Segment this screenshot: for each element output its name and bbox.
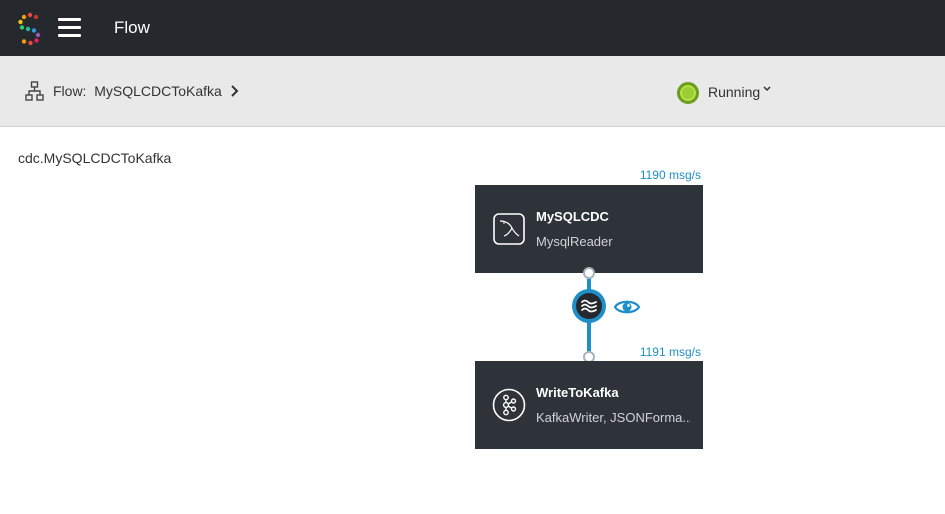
chevron-right-icon[interactable] [229, 84, 239, 98]
chevron-down-icon[interactable] [762, 84, 772, 94]
breadcrumb[interactable]: Flow: MySQLCDCToKafka [53, 83, 222, 99]
node-title: MySQLCDC [536, 209, 609, 224]
node-title: WriteToKafka [536, 385, 619, 400]
flow-node-target[interactable]: WriteToKafka KafkaWriter, JSONForma... [475, 361, 703, 449]
kafka-icon [492, 388, 526, 422]
page-title: Flow [114, 18, 150, 37]
application-name: cdc.MySQLCDCToKafka [18, 150, 172, 166]
status-dropdown[interactable]: Running [708, 84, 760, 100]
eye-icon[interactable] [613, 297, 641, 317]
node-rate: 1190 msg/s [639, 168, 701, 182]
mysql-icon [493, 213, 525, 245]
striim-logo-icon[interactable] [17, 12, 43, 46]
status-indicator [677, 82, 699, 104]
node-subtitle: KafkaWriter, JSONForma... [536, 410, 691, 425]
flow-hierarchy-icon [25, 81, 44, 101]
stream-waves-icon [581, 299, 597, 313]
node-subtitle: MysqlReader [536, 234, 613, 249]
hamburger-menu-icon[interactable] [58, 18, 82, 38]
stream-button[interactable] [572, 289, 606, 323]
output-port[interactable] [583, 267, 595, 279]
top-bar: Flow [0, 0, 945, 56]
node-rate: 1191 msg/s [639, 345, 701, 359]
flow-node-source[interactable]: MySQLCDC MysqlReader [475, 185, 703, 273]
